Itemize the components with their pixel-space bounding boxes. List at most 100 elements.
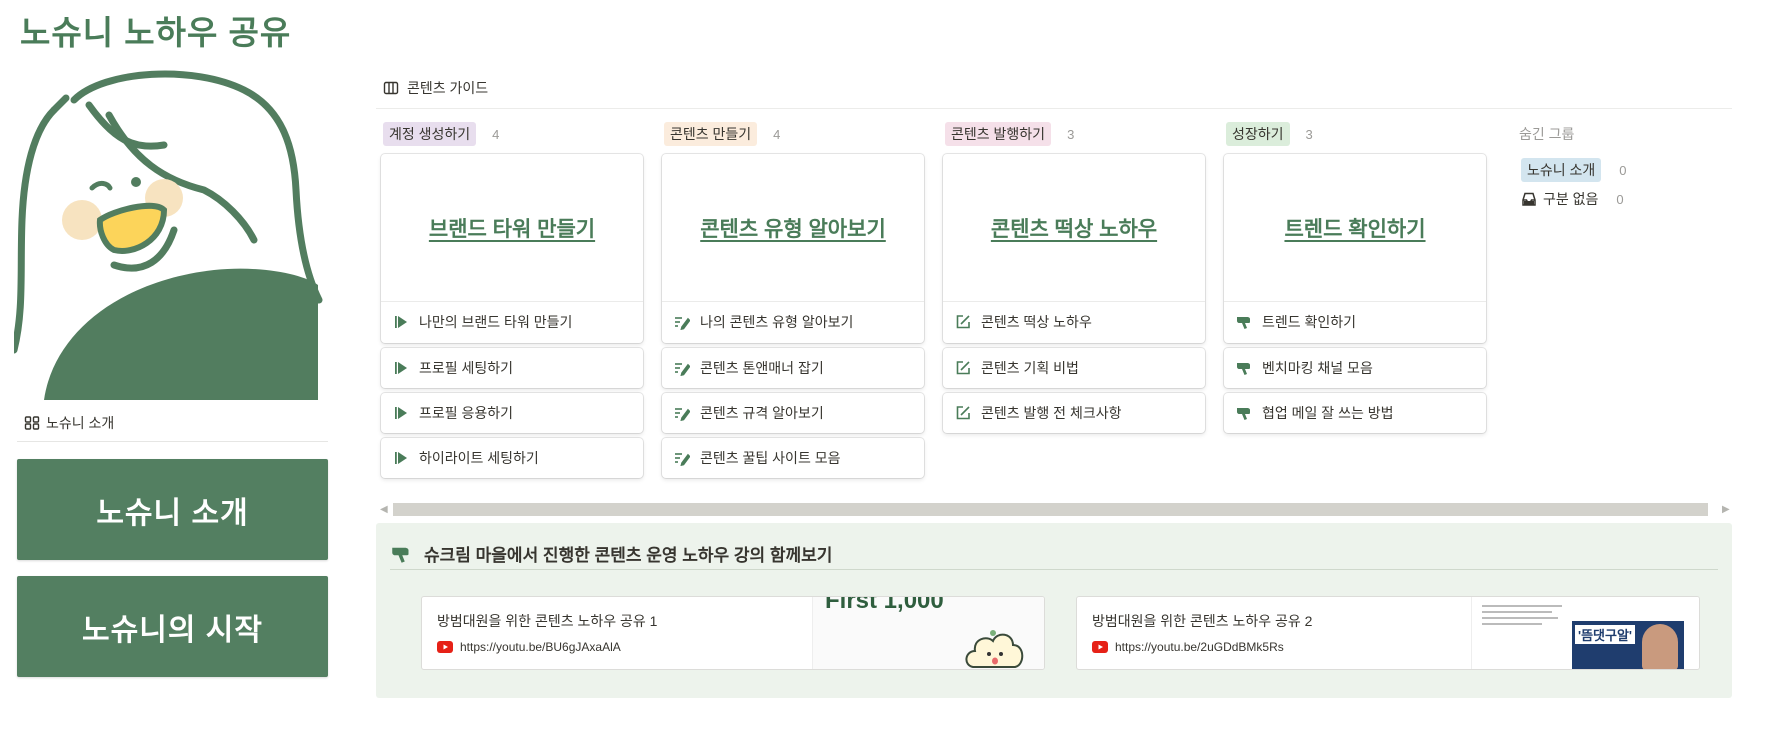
intro-link[interactable]: 노슈니 소개 [24, 413, 114, 433]
start-button[interactable]: 노슈니의 시작 [17, 576, 328, 677]
board-card[interactable]: 콘텐츠 꿀팁 사이트 모음 [662, 438, 924, 478]
pointer-hand-icon [1237, 317, 1250, 329]
edit-lines-icon [675, 408, 690, 421]
board-card[interactable]: 협업 메일 잘 쓰는 방법 [1224, 393, 1486, 433]
card-title: 나의 콘텐츠 유형 알아보기 [700, 314, 854, 330]
hidden-group-tag: 노슈니 소개 [1521, 158, 1602, 182]
scroll-left-arrow[interactable]: ◀ [380, 504, 388, 515]
board-card[interactable]: 하이라이트 세팅하기 [381, 438, 643, 478]
card-title: 콘텐츠 기획 비법 [981, 360, 1079, 376]
column-count: 4 [773, 126, 781, 142]
flag-icon [395, 452, 407, 464]
flag-icon [395, 316, 407, 328]
column-header-make[interactable]: 콘텐츠 만들기 4 [664, 122, 780, 146]
youtube-icon [437, 641, 453, 653]
card-title: 하이라이트 세팅하기 [419, 450, 539, 466]
edit-box-icon [956, 406, 970, 420]
callout: 슈크림 마을에서 진행한 콘텐츠 운영 노하우 강의 함께보기 방범대원을 위한… [376, 523, 1732, 698]
board-card[interactable]: 프로필 세팅하기 [381, 348, 643, 388]
hidden-group-count: 0 [1619, 162, 1627, 178]
gallery-icon [24, 416, 40, 430]
bookmark-url: https://youtu.be/2uGDdBMk5Rs [1092, 640, 1284, 654]
column-header-account[interactable]: 계정 생성하기 4 [383, 122, 499, 146]
girl-illustration [14, 70, 323, 400]
card-title: 콘텐츠 떡상 노하우 [981, 314, 1092, 330]
board-card[interactable]: 콘텐츠 규격 알아보기 [662, 393, 924, 433]
pointer-hand-icon [392, 547, 409, 563]
edit-box-icon [956, 361, 970, 375]
column-count: 4 [492, 126, 500, 142]
card-cover: 콘텐츠 떡상 노하우 [943, 154, 1205, 302]
card-cover: 콘텐츠 유형 알아보기 [662, 154, 924, 302]
thumbnail-text: '뜸댓구알' [1575, 625, 1636, 644]
intro-button[interactable]: 노슈니 소개 [17, 459, 328, 560]
video-bookmark[interactable]: 방범대원을 위한 콘텐츠 노하우 공유 2 https://youtu.be/2… [1076, 596, 1700, 670]
card-cover: 브랜드 타워 만들기 [381, 154, 643, 302]
card-cover: 트렌드 확인하기 [1224, 154, 1486, 302]
board-card[interactable]: 브랜드 타워 만들기 나만의 브랜드 타워 만들기 [381, 154, 643, 343]
scroll-right-arrow[interactable]: ▶ [1722, 504, 1730, 515]
page-title: 노슈니 노하우 공유 [20, 14, 292, 51]
cover-title: 트렌드 확인하기 [1284, 217, 1426, 241]
hidden-group-count: 0 [1616, 191, 1624, 207]
flag-icon [395, 407, 407, 419]
edit-lines-icon [675, 453, 690, 466]
hidden-group-item[interactable]: 구분 없음 0 [1521, 189, 1624, 209]
bookmark-url-text: https://youtu.be/BU6gJAxaAlA [460, 640, 621, 654]
pointer-hand-icon [1237, 408, 1250, 420]
card-title: 프로필 응용하기 [419, 405, 514, 421]
bookmark-thumbnail: '뜸댓구알' [1471, 597, 1699, 669]
card-title: 콘텐츠 발행 전 체크사항 [981, 405, 1122, 421]
horizontal-scrollbar[interactable] [393, 503, 1708, 516]
board-card[interactable]: 프로필 응용하기 [381, 393, 643, 433]
edit-lines-icon [675, 363, 690, 376]
column-count: 3 [1067, 126, 1075, 142]
flag-icon [395, 362, 407, 374]
callout-title-text: 슈크림 마을에서 진행한 콘텐츠 운영 노하우 강의 함께보기 [424, 546, 833, 565]
cover-title: 콘텐츠 떡상 노하우 [990, 217, 1158, 241]
bookmark-title: 방범대원을 위한 콘텐츠 노하우 공유 1 [437, 613, 658, 629]
hidden-group-item[interactable]: 노슈니 소개 0 [1521, 158, 1627, 182]
column-tag: 콘텐츠 만들기 [664, 122, 758, 146]
divider [390, 569, 1718, 570]
card-title: 협업 메일 잘 쓰는 방법 [1262, 405, 1394, 421]
bookmark-url-text: https://youtu.be/2uGDdBMk5Rs [1115, 640, 1284, 654]
thumbnail-text-block [1482, 601, 1572, 629]
board-card[interactable]: 콘텐츠 톤앤매너 잡기 [662, 348, 924, 388]
intro-link-label: 노슈니 소개 [46, 415, 115, 431]
board-card[interactable]: 콘텐츠 떡상 노하우 콘텐츠 떡상 노하우 [943, 154, 1205, 343]
column-tag: 계정 생성하기 [383, 122, 477, 146]
board-view-icon [383, 81, 399, 95]
column-tag: 콘텐츠 발행하기 [945, 122, 1052, 146]
hidden-group-tag: 구분 없음 [1543, 191, 1599, 207]
column-header-publish[interactable]: 콘텐츠 발행하기 3 [945, 122, 1074, 146]
pointer-hand-icon [1237, 363, 1250, 375]
card-title: 나만의 브랜드 타워 만들기 [419, 314, 573, 330]
cloud-mascot-image [965, 630, 1024, 668]
thumbnail-text: First 1,000 [825, 596, 944, 614]
column-tag: 성장하기 [1226, 122, 1290, 146]
column-header-grow[interactable]: 성장하기 3 [1226, 122, 1313, 146]
board-card[interactable]: 콘텐츠 기획 비법 [943, 348, 1205, 388]
hidden-group-label: 숨긴 그룹 [1519, 126, 1575, 142]
edit-box-icon [956, 315, 970, 329]
video-bookmark[interactable]: 방범대원을 위한 콘텐츠 노하우 공유 1 https://youtu.be/B… [421, 596, 1045, 670]
edit-lines-icon [675, 317, 690, 330]
divider [17, 441, 328, 442]
board-card[interactable]: 벤치마킹 채널 모음 [1224, 348, 1486, 388]
board-card[interactable]: 콘텐츠 발행 전 체크사항 [943, 393, 1205, 433]
news-photo: '뜸댓구알' [1572, 621, 1684, 669]
card-title: 트렌드 확인하기 [1262, 314, 1357, 330]
column-count: 3 [1305, 126, 1313, 142]
callout-title: 슈크림 마을에서 진행한 콘텐츠 운영 노하우 강의 함께보기 [390, 541, 832, 566]
cover-title: 콘텐츠 유형 알아보기 [700, 217, 886, 241]
board-header[interactable]: 콘텐츠 가이드 [383, 78, 488, 98]
card-title: 벤치마킹 채널 모음 [1262, 360, 1373, 376]
board-title: 콘텐츠 가이드 [407, 80, 489, 96]
bookmark-title: 방범대원을 위한 콘텐츠 노하우 공유 2 [1092, 613, 1313, 629]
card-title: 콘텐츠 꿀팁 사이트 모음 [700, 450, 841, 466]
cover-title: 브랜드 타워 만들기 [428, 217, 596, 241]
inbox-icon [1522, 192, 1536, 206]
board-card[interactable]: 콘텐츠 유형 알아보기 나의 콘텐츠 유형 알아보기 [662, 154, 924, 343]
board-card[interactable]: 트렌드 확인하기 트렌드 확인하기 [1224, 154, 1486, 343]
